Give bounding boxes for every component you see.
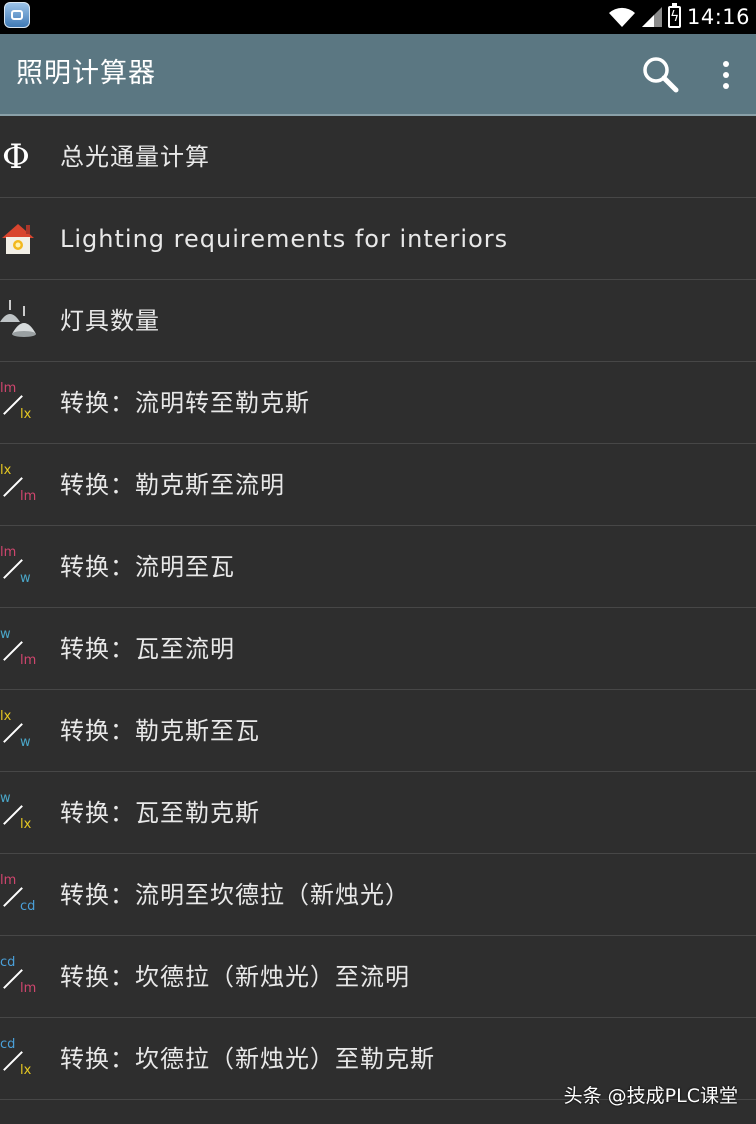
list-item[interactable]: 灯具数量 bbox=[0, 280, 756, 362]
lm-to-lx-icon: lm lx bbox=[0, 381, 32, 422]
status-bar: 14:16 bbox=[0, 0, 756, 34]
calculator-list: Φ 总光通量计算 Lighting requirements for interio… bbox=[0, 116, 756, 1100]
search-icon[interactable] bbox=[640, 54, 680, 94]
list-item[interactable]: lm lx 转换：流明转至勒克斯 bbox=[0, 362, 756, 444]
notification-app-icon bbox=[4, 2, 30, 28]
lx-to-lm-icon: lx lm bbox=[0, 463, 37, 504]
list-item-label: Lighting requirements for interiors bbox=[60, 225, 509, 253]
list-item-label: 总光通量计算 bbox=[60, 143, 210, 171]
overflow-menu-icon[interactable] bbox=[712, 56, 740, 94]
w-to-lm-icon: w lm bbox=[0, 627, 37, 668]
list-item-label: 转换：坎德拉（新烛光）至勒克斯 bbox=[60, 1045, 435, 1073]
list-item[interactable]: cd lm 转换：坎德拉（新烛光）至流明 bbox=[0, 936, 756, 1018]
lm-to-w-icon: lm w bbox=[0, 545, 31, 586]
battery-charging-icon bbox=[667, 3, 681, 28]
phi-icon: Φ bbox=[2, 137, 30, 177]
list-item-label: 转换：坎德拉（新烛光）至流明 bbox=[60, 963, 410, 991]
lamp-icon bbox=[0, 300, 36, 337]
list-item[interactable]: lm cd 转换：流明至坎德拉（新烛光） bbox=[0, 854, 756, 936]
page-title: 照明计算器 bbox=[16, 58, 156, 89]
w-to-lx-icon: w lx bbox=[0, 791, 32, 832]
action-bar: 照明计算器 bbox=[0, 34, 756, 116]
list-item[interactable]: lx lm 转换：勒克斯至流明 bbox=[0, 444, 756, 526]
watermark: 头条 @技成PLC课堂 bbox=[563, 1085, 738, 1107]
lm-to-cd-icon: lm cd bbox=[0, 873, 36, 914]
house-icon bbox=[2, 224, 34, 254]
list-item[interactable]: Φ 总光通量计算 bbox=[0, 116, 756, 198]
clock: 14:16 bbox=[686, 5, 750, 29]
list-item-label: 转换：勒克斯至瓦 bbox=[60, 717, 260, 745]
status-icons: 14:16 bbox=[608, 2, 750, 32]
list-item-label: 转换：流明转至勒克斯 bbox=[60, 389, 310, 417]
cd-to-lx-icon: cd lx bbox=[0, 1037, 32, 1078]
list-item[interactable]: Lighting requirements for interiors bbox=[0, 198, 756, 280]
list-item[interactable]: w lm 转换：瓦至流明 bbox=[0, 608, 756, 690]
list-item[interactable]: lm w 转换：流明至瓦 bbox=[0, 526, 756, 608]
signal-icon bbox=[641, 7, 662, 27]
list-item-label: 转换：瓦至流明 bbox=[60, 635, 235, 663]
list-item-label: 转换：瓦至勒克斯 bbox=[60, 799, 260, 827]
list-item-label: 转换：流明至瓦 bbox=[60, 553, 235, 581]
lx-to-w-icon: lx w bbox=[0, 709, 31, 750]
list-item[interactable]: lx w 转换：勒克斯至瓦 bbox=[0, 690, 756, 772]
cd-to-lm-icon: cd lm bbox=[0, 955, 37, 996]
list-item-label: 转换：流明至坎德拉（新烛光） bbox=[60, 881, 410, 909]
list-item-label: 灯具数量 bbox=[60, 307, 160, 335]
list-item[interactable]: w lx 转换：瓦至勒克斯 bbox=[0, 772, 756, 854]
list-item-label: 转换：勒克斯至流明 bbox=[60, 471, 285, 499]
wifi-icon bbox=[608, 7, 635, 28]
